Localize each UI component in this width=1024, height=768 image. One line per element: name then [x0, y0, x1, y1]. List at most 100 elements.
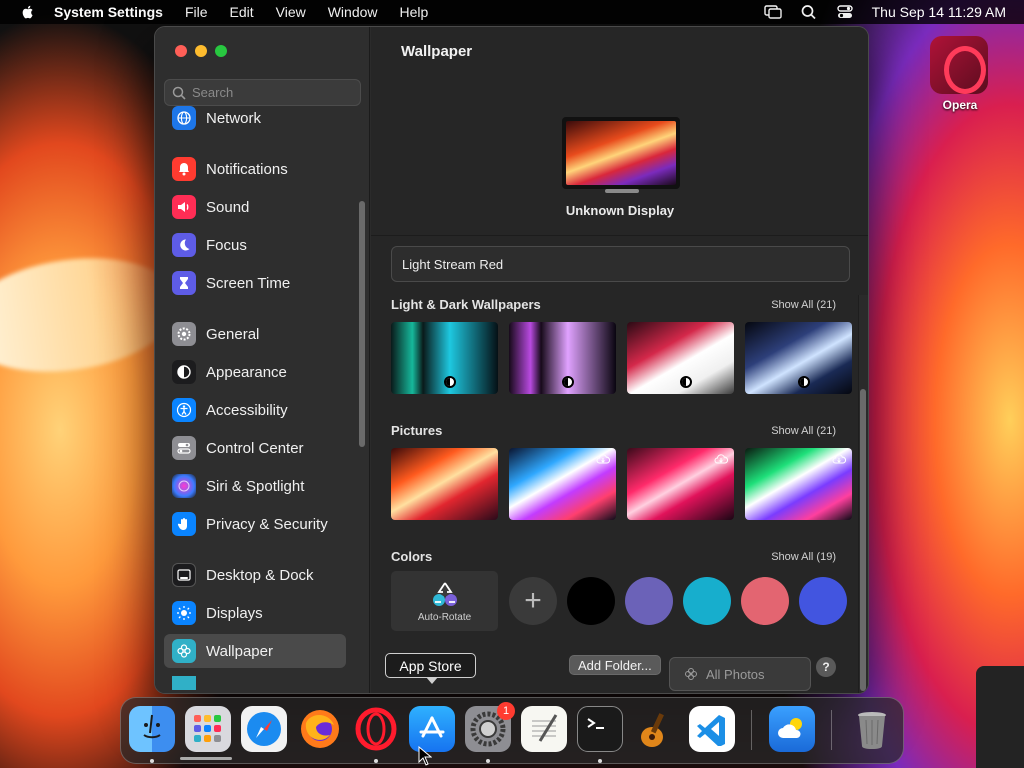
- sidebar-item-sound[interactable]: Sound: [164, 190, 346, 224]
- dock-separator: [751, 710, 752, 750]
- apple-menu-icon[interactable]: [20, 4, 36, 20]
- window-controls: [175, 45, 227, 57]
- sidebar-item-accessibility[interactable]: Accessibility: [164, 393, 346, 427]
- dynamic-icon: [444, 376, 456, 388]
- sidebar-item-label: Notifications: [206, 160, 288, 178]
- running-indicator: [374, 759, 378, 763]
- color-swatch-pink[interactable]: [741, 577, 789, 625]
- gear-icon: [172, 322, 196, 346]
- sidebar-item-general[interactable]: General: [164, 317, 346, 351]
- dynamic-icon: [798, 376, 810, 388]
- color-swatch-teal[interactable]: [683, 577, 731, 625]
- cloud-download-icon: [596, 454, 610, 464]
- sidebar-item-desktop-dock[interactable]: Desktop & Dock: [164, 558, 346, 592]
- wallpaper-thumbnail[interactable]: [745, 322, 852, 394]
- minimize-button[interactable]: [195, 45, 207, 57]
- sidebar-item-privacy-security[interactable]: Privacy & Security: [164, 507, 346, 541]
- wallpaper-thumbnail[interactable]: [627, 448, 734, 520]
- sidebar-item-label: Screen Time: [206, 274, 291, 292]
- sidebar-item-label: Control Center: [206, 439, 304, 457]
- auto-rotate-tile[interactable]: Auto-Rotate: [391, 571, 498, 631]
- moon-icon: [172, 233, 196, 257]
- spotlight-search-icon[interactable]: [800, 4, 818, 20]
- wallpaper-thumbnail[interactable]: [391, 448, 498, 520]
- content-scrollbar[interactable]: [860, 389, 866, 691]
- menu-edit[interactable]: Edit: [230, 4, 254, 20]
- sidebar-item-network[interactable]: Network: [164, 101, 346, 135]
- firefox-icon[interactable]: [297, 706, 343, 752]
- weather-icon[interactable]: [769, 706, 815, 752]
- color-swatch-black[interactable]: [567, 577, 615, 625]
- finder-icon[interactable]: [129, 706, 175, 752]
- color-swatch-blue[interactable]: [799, 577, 847, 625]
- sidebar-item-displays[interactable]: Displays: [164, 596, 346, 630]
- wallpaper-pane: Wallpaper Unknown Display Light Stream R…: [371, 27, 868, 693]
- display-preview: [562, 117, 680, 189]
- running-indicator: [150, 759, 154, 763]
- desktop-icon-opera[interactable]: Opera: [930, 36, 990, 112]
- trash-icon[interactable]: [849, 706, 895, 752]
- menubar-clock[interactable]: Thu Sep 14 11:29 AM: [872, 4, 1006, 20]
- terminal-icon[interactable]: [577, 706, 623, 752]
- show-all-button[interactable]: Show All (21): [771, 425, 836, 437]
- accessibility-icon: [172, 398, 196, 422]
- toggles-icon: [172, 436, 196, 460]
- app-store-icon[interactable]: [409, 706, 455, 752]
- add-color-button[interactable]: +: [509, 577, 557, 625]
- contrast-icon: [172, 360, 196, 384]
- sidebar-item-control-center[interactable]: Control Center: [164, 431, 346, 465]
- sidebar-item-label: Siri & Spotlight: [206, 477, 305, 495]
- show-all-button[interactable]: Show All (19): [771, 551, 836, 563]
- menu-app-name[interactable]: System Settings: [54, 4, 163, 20]
- menu-bar: System Settings File Edit View Window He…: [0, 0, 1024, 24]
- opera-icon[interactable]: [353, 706, 399, 752]
- menu-file[interactable]: File: [185, 4, 208, 20]
- auto-rotate-label: Auto-Rotate: [417, 611, 472, 623]
- screen-mirroring-icon[interactable]: [763, 4, 782, 20]
- sidebar-item-label: Focus: [206, 236, 247, 254]
- wallpaper-thumbnail[interactable]: [391, 322, 498, 394]
- vscode-icon[interactable]: [689, 706, 735, 752]
- safari-icon[interactable]: [241, 706, 287, 752]
- wallpaper-thumbnail[interactable]: [745, 448, 852, 520]
- wallpaper-thumbnail[interactable]: [509, 448, 616, 520]
- sidebar-item-siri-spotlight[interactable]: Siri & Spotlight: [164, 469, 346, 503]
- bell-icon: [172, 157, 196, 181]
- sidebar: Network Notifications Sound Focus Screen…: [155, 27, 370, 693]
- desktop-icon-label: Opera: [942, 98, 978, 112]
- menu-view[interactable]: View: [276, 4, 306, 20]
- help-button[interactable]: ?: [816, 657, 836, 677]
- color-swatch-purple[interactable]: [625, 577, 673, 625]
- photos-album-popup[interactable]: All Photos: [669, 657, 811, 691]
- section-colors: Colors Show All (19): [391, 549, 836, 564]
- speaker-icon: [172, 195, 196, 219]
- show-all-button[interactable]: Show All (21): [771, 299, 836, 311]
- add-folder-button[interactable]: Add Folder...: [569, 655, 661, 675]
- dock: 1: [120, 697, 904, 764]
- sidebar-scrollbar[interactable]: [359, 201, 365, 447]
- section-pictures: Pictures Show All (21): [391, 423, 836, 438]
- divider: [371, 235, 868, 236]
- menu-help[interactable]: Help: [400, 4, 429, 20]
- garageband-icon[interactable]: [633, 706, 679, 752]
- sidebar-item-focus[interactable]: Focus: [164, 228, 346, 262]
- sidebar-item-label: Privacy & Security: [206, 515, 328, 533]
- control-center-icon[interactable]: [836, 4, 854, 20]
- sidebar-item-appearance[interactable]: Appearance: [164, 355, 346, 389]
- sidebar-item-label: Sound: [206, 198, 250, 216]
- sidebar-item-partial[interactable]: [164, 676, 346, 690]
- sidebar-item-screen-time[interactable]: Screen Time: [164, 266, 346, 300]
- search-input[interactable]: [192, 85, 352, 100]
- photos-icon: [685, 668, 697, 680]
- zoom-button[interactable]: [215, 45, 227, 57]
- textedit-icon[interactable]: [521, 706, 567, 752]
- section-heading: Colors: [391, 549, 433, 564]
- section-heading: Light & Dark Wallpapers: [391, 297, 541, 312]
- menu-window[interactable]: Window: [328, 4, 378, 20]
- wallpaper-thumbnail[interactable]: [509, 322, 616, 394]
- wallpaper-thumbnail[interactable]: [627, 322, 734, 394]
- sidebar-item-wallpaper[interactable]: Wallpaper: [164, 634, 346, 668]
- launchpad-icon[interactable]: [185, 706, 231, 752]
- close-button[interactable]: [175, 45, 187, 57]
- sidebar-item-notifications[interactable]: Notifications: [164, 152, 346, 186]
